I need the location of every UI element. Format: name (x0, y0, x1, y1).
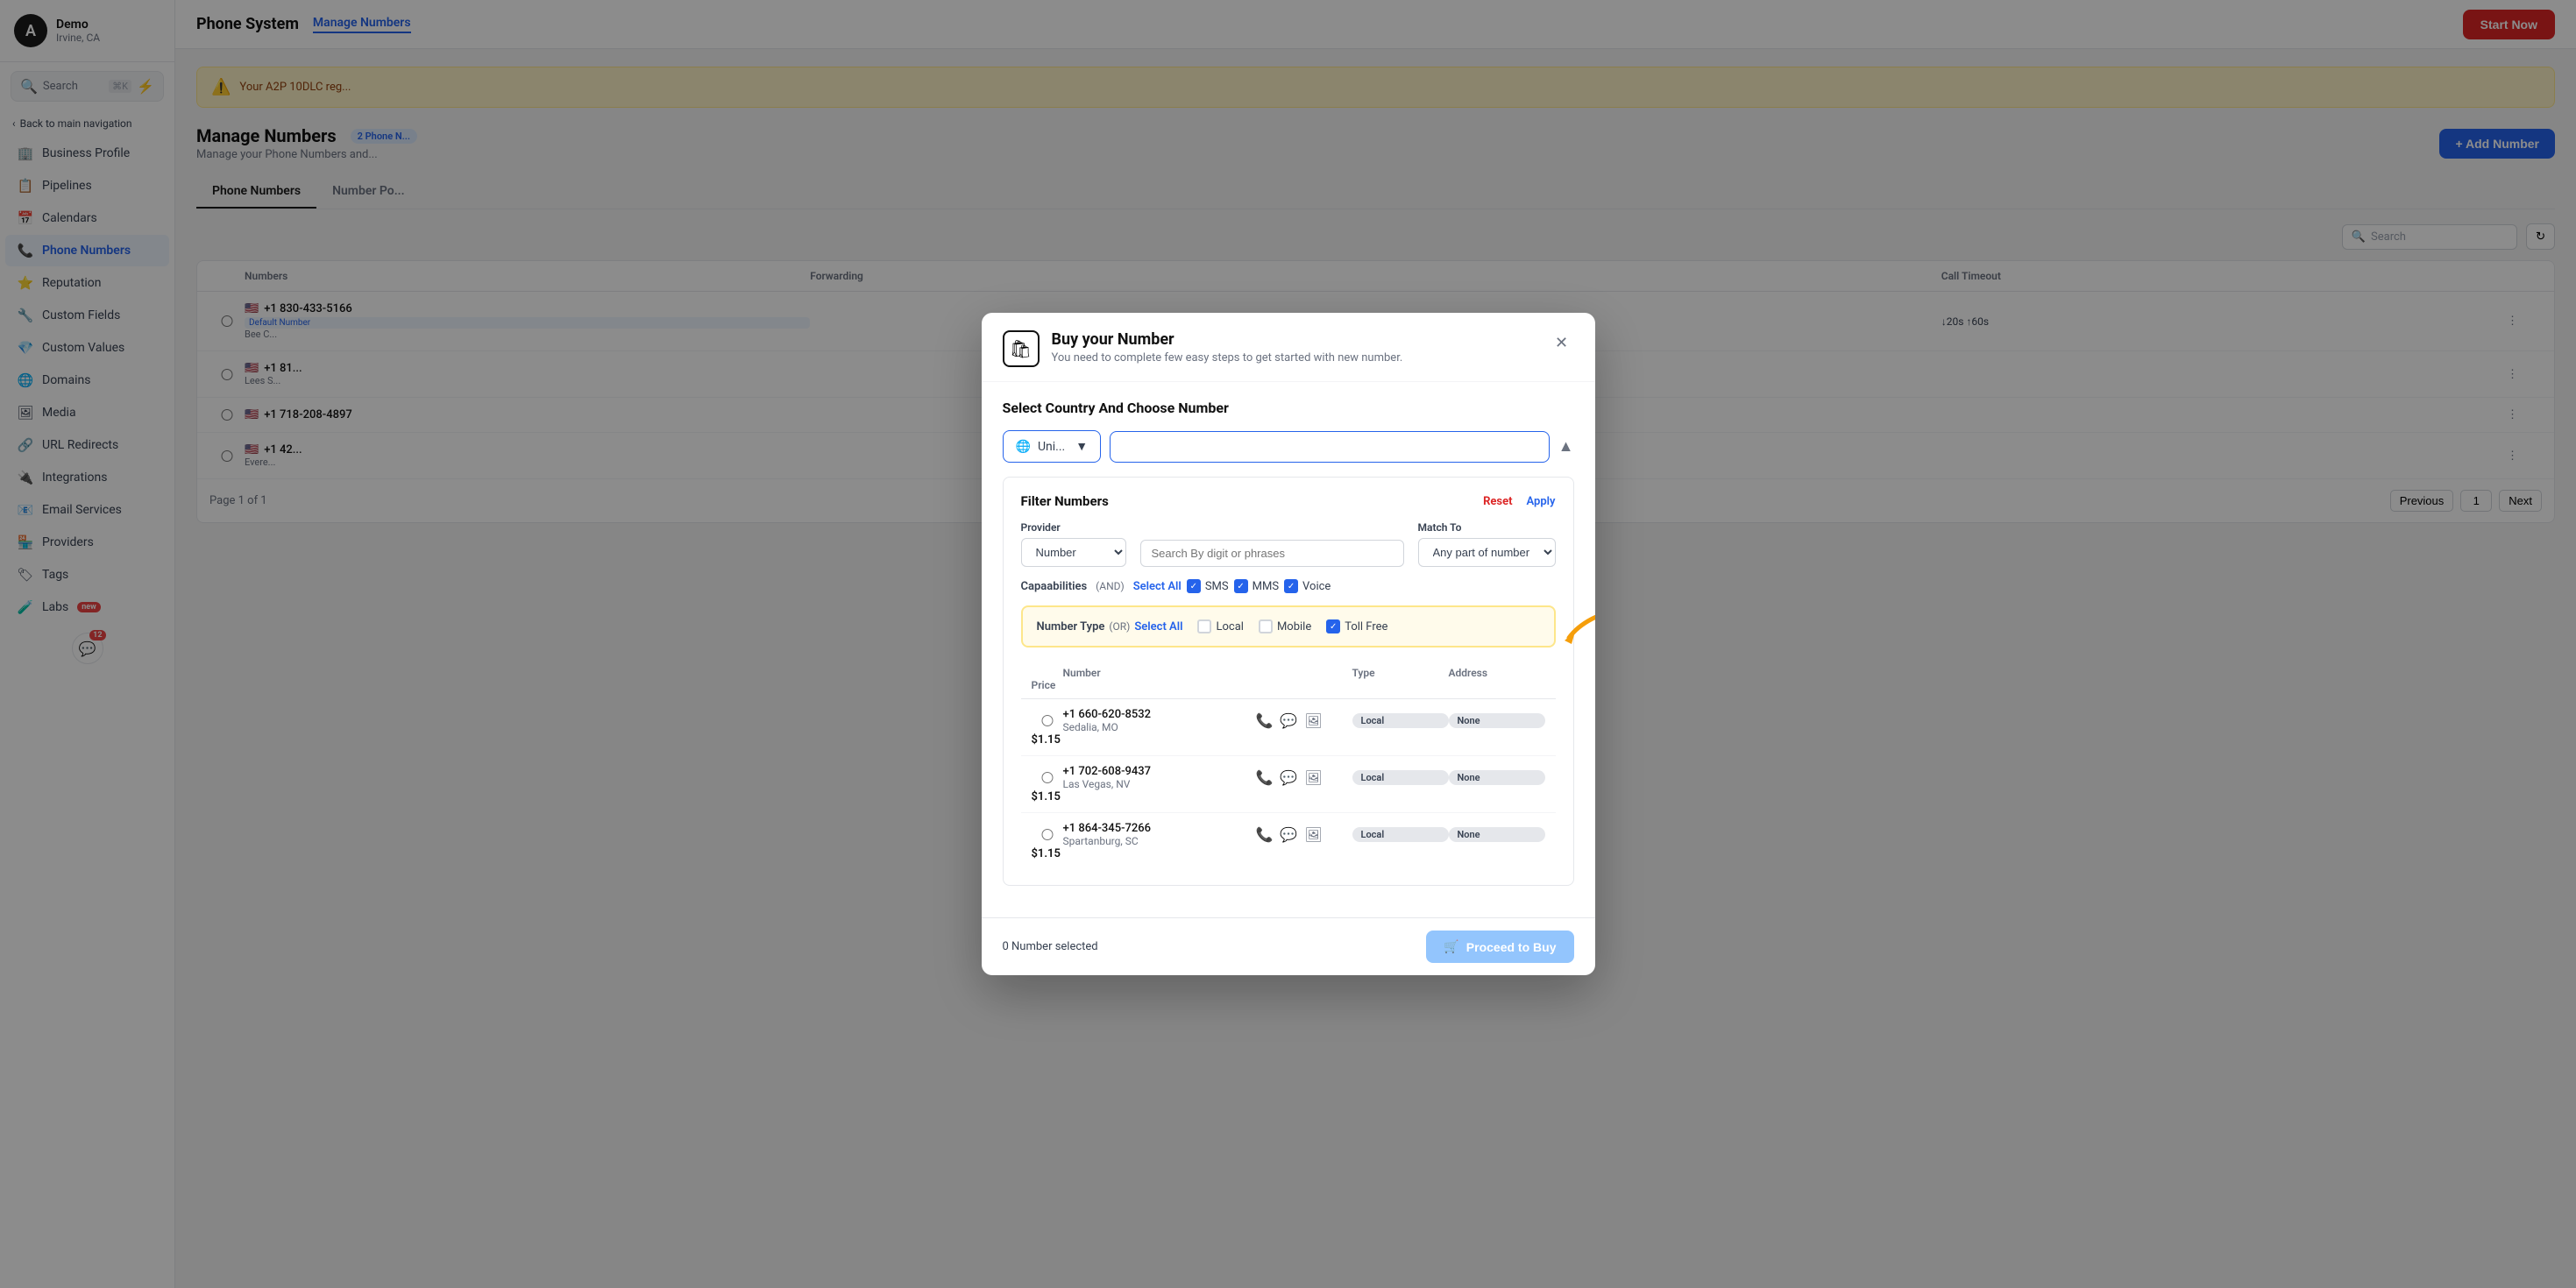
number-result-row: +1 864-345-7266 Spartanburg, SC 📞 💬 🖼 Lo… (1021, 813, 1556, 869)
cart-icon: 🛒 (1444, 939, 1458, 954)
toll-free-checkbox[interactable]: ✓ (1326, 619, 1340, 633)
filter-panel: Filter Numbers Reset Apply Provider Numb… (1003, 477, 1574, 886)
number-info: +1 660-620-8532 Sedalia, MO (1063, 708, 1256, 733)
provider-select[interactable]: Number (1021, 538, 1126, 567)
capability-mms[interactable]: ✓ MMS (1234, 579, 1279, 593)
filter-apply-button[interactable]: Apply (1527, 495, 1556, 508)
image-icon: 🖼 (1304, 826, 1322, 843)
col-address: Address (1449, 667, 1545, 679)
mobile-checkbox[interactable] (1259, 619, 1273, 633)
local-checkbox[interactable] (1197, 619, 1211, 633)
image-icon: 🖼 (1304, 712, 1322, 729)
number-results-list: Number Type Address Price +1 660-620-853… (1021, 660, 1556, 869)
selected-count: 0 Number selected (1003, 940, 1098, 953)
address-tag: None (1449, 770, 1545, 785)
number-radio[interactable] (1032, 772, 1063, 783)
number-result-row: +1 702-608-9437 Las Vegas, NV 📞 💬 🖼 Loca… (1021, 756, 1556, 813)
match-to-label: Match To (1418, 521, 1556, 534)
filter-title: Filter Numbers (1021, 493, 1109, 509)
country-search-row: 🌐 Uni... ▼ ▲ (1003, 430, 1574, 463)
modal-title: Buy your Number (1052, 330, 1403, 349)
voice-checkbox[interactable]: ✓ (1284, 579, 1298, 593)
number-type-box: Number Type (OR) Select All Local Mobile (1021, 605, 1556, 648)
filter-match-col: Match To Any part of number (1418, 521, 1556, 567)
modal-overlay: 🛍 Buy your Number You need to complete f… (0, 0, 2576, 1288)
collapse-icon[interactable]: ▲ (1558, 437, 1574, 456)
capabilities-logic: (AND) (1096, 580, 1125, 592)
provider-label: Provider (1021, 521, 1126, 534)
buy-number-modal: 🛍 Buy your Number You need to complete f… (982, 313, 1595, 975)
number-result-row: +1 660-620-8532 Sedalia, MO 📞 💬 🖼 Local … (1021, 699, 1556, 756)
sms-icon: 💬 (1280, 769, 1297, 786)
number-radio[interactable] (1032, 829, 1063, 840)
modal-footer: 0 Number selected 🛒 Proceed to Buy (982, 917, 1595, 975)
image-icon: 🖼 (1304, 769, 1322, 786)
col-type: Type (1352, 667, 1449, 679)
capability-icons: 📞 💬 🖼 (1256, 826, 1352, 843)
number-info: +1 702-608-9437 Las Vegas, NV (1063, 765, 1256, 790)
number-type-select-all[interactable]: Select All (1134, 620, 1182, 633)
col-number: Number (1063, 667, 1256, 679)
match-to-select[interactable]: Any part of number (1418, 538, 1556, 567)
price: $1.15 (1032, 847, 1063, 860)
search-label (1140, 523, 1404, 535)
country-code: Uni... (1038, 440, 1065, 454)
modal-subtitle: You need to complete few easy steps to g… (1052, 351, 1403, 364)
type-toll-free[interactable]: ✓ Toll Free (1326, 619, 1387, 633)
results-header: Number Type Address Price (1021, 660, 1556, 699)
capability-icons: 📞 💬 🖼 (1256, 712, 1352, 729)
filter-provider-row: Provider Number Match To Any part of num… (1021, 521, 1556, 567)
phone-icon: 📞 (1256, 769, 1274, 786)
number-type-row: Number Type (OR) Select All Local Mobile (1037, 619, 1540, 633)
modal-title-section: Buy your Number You need to complete few… (1052, 330, 1403, 364)
shopping-bag-icon: 🛍 (1003, 330, 1040, 367)
modal-close-button[interactable]: ✕ (1550, 330, 1574, 355)
sms-checkbox[interactable]: ✓ (1187, 579, 1201, 593)
address-tag: None (1449, 713, 1545, 728)
number-info: +1 864-345-7266 Spartanburg, SC (1063, 822, 1256, 847)
address-tag: None (1449, 827, 1545, 842)
phone-icon: 📞 (1256, 826, 1274, 843)
number-digit-search[interactable] (1140, 540, 1404, 567)
col-price: Price (1032, 679, 1063, 691)
capability-icons: 📞 💬 🖼 (1256, 769, 1352, 786)
price: $1.15 (1032, 790, 1063, 803)
country-select[interactable]: 🌐 Uni... ▼ (1003, 430, 1102, 463)
section-title: Select Country And Choose Number (1003, 400, 1574, 416)
number-type-logic: (OR) (1109, 620, 1130, 633)
capabilities-row: Capaabilities (AND) Select All ✓ SMS ✓ M… (1021, 579, 1556, 593)
type-tag: Local (1352, 827, 1449, 842)
filter-reset-button[interactable]: Reset (1483, 495, 1512, 508)
type-tag: Local (1352, 713, 1449, 728)
type-local[interactable]: Local (1197, 619, 1243, 633)
sms-icon: 💬 (1280, 826, 1297, 843)
filter-panel-header: Filter Numbers Reset Apply (1021, 493, 1556, 509)
filter-actions: Reset Apply (1483, 495, 1555, 508)
type-tag: Local (1352, 770, 1449, 785)
filter-search-col (1140, 523, 1404, 567)
capability-voice[interactable]: ✓ Voice (1284, 579, 1331, 593)
yellow-arrow-svg (1565, 590, 1595, 660)
col-select (1032, 667, 1063, 679)
modal-header: 🛍 Buy your Number You need to complete f… (982, 313, 1595, 382)
capabilities-select-all[interactable]: Select All (1133, 580, 1182, 593)
number-type-label: Number Type (1037, 620, 1105, 633)
col-capabilities (1256, 667, 1352, 679)
price: $1.15 (1032, 733, 1063, 747)
mms-checkbox[interactable]: ✓ (1234, 579, 1248, 593)
proceed-to-buy-button[interactable]: 🛒 Proceed to Buy (1426, 931, 1573, 963)
modal-body: Select Country And Choose Number 🌐 Uni..… (982, 382, 1595, 917)
arrow-annotation (1565, 590, 1595, 663)
chevron-down-icon: ▼ (1075, 439, 1088, 454)
number-radio[interactable] (1032, 715, 1063, 726)
capability-sms[interactable]: ✓ SMS (1187, 579, 1229, 593)
type-mobile[interactable]: Mobile (1259, 619, 1311, 633)
phone-icon: 📞 (1256, 712, 1274, 729)
filter-provider-col: Provider Number (1021, 521, 1126, 567)
sms-icon: 💬 (1280, 712, 1297, 729)
globe-icon: 🌐 (1016, 440, 1031, 454)
capabilities-label: Capaabilities (1021, 580, 1088, 593)
number-search-input[interactable] (1110, 431, 1550, 463)
number-type-container: Number Type (OR) Select All Local Mobile (1021, 605, 1556, 648)
